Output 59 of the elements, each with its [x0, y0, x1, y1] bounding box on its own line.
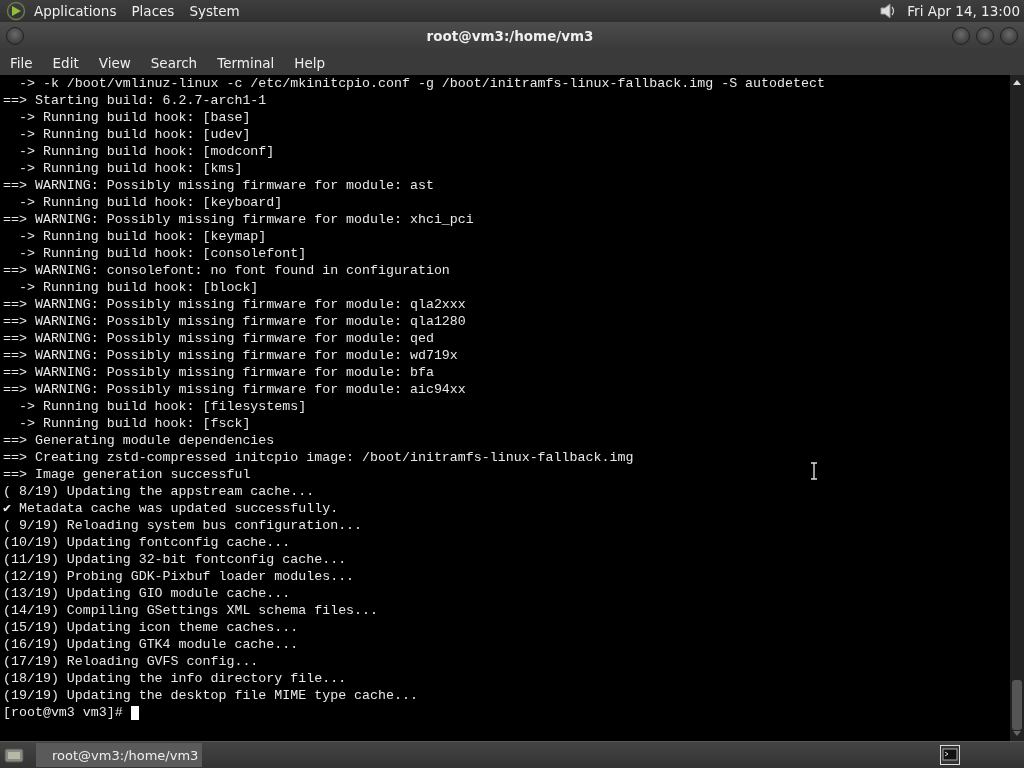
- menu-item[interactable]: View: [98, 54, 131, 71]
- terminal-line: (17/19) Reloading GVFS config...: [2, 653, 259, 670]
- terminal-line: (10/19) Updating fontconfig cache...: [2, 534, 291, 551]
- scrollbar-thumb[interactable]: [1012, 680, 1022, 730]
- mouse-pointer-icon: [810, 462, 818, 480]
- panel-menu[interactable]: Applications: [34, 3, 117, 19]
- menu-item[interactable]: Help: [294, 54, 326, 71]
- scroll-up-icon[interactable]: [1012, 78, 1022, 86]
- terminal-line: ==> WARNING: Possibly missing firmware for module: aic94xx: [2, 381, 466, 398]
- terminal-line: -> Running build hook: [filesystems]: [17, 398, 307, 415]
- terminal-line: -> -k /boot/vmlinuz-linux -c /etc/mkinitcpio.conf -g /boot/initramfs-linux-fallback.img -S autodetect: [17, 75, 825, 92]
- terminal-line: -> Running build hook: [modconf]: [17, 143, 275, 160]
- terminal-line: -> Running build hook: [udev]: [17, 126, 251, 143]
- show-desktop-icon[interactable]: [4, 746, 24, 764]
- clock[interactable]: Fri Apr 14, 13:00: [907, 3, 1020, 19]
- menu-item[interactable]: File: [10, 54, 33, 71]
- terminal-line: ==> Starting build: 6.2.7-arch1-1: [2, 92, 267, 109]
- panel-menu[interactable]: Places: [131, 3, 175, 19]
- window-title: root@vm3:/home/vm3: [425, 28, 595, 44]
- terminal-icon[interactable]: [940, 745, 960, 765]
- terminal-line: ==> Generating module dependencies: [2, 432, 275, 449]
- terminal-line: ==> WARNING: Possibly missing firmware for module: wd719x: [2, 347, 458, 364]
- terminal-line: (16/19) Updating GTK4 module cache...: [2, 636, 299, 653]
- terminal-line: -> Running build hook: [fsck]: [17, 415, 251, 432]
- terminal-line: ✔ Metadata cache was updated successfully.: [2, 500, 339, 517]
- panel-menu[interactable]: System: [189, 3, 240, 19]
- terminal-line: (15/19) Updating icon theme caches...: [2, 619, 299, 636]
- terminal-line: (18/19) Updating the info directory file...: [2, 670, 347, 687]
- terminal-line: -> Running build hook: [consolefont]: [17, 245, 307, 262]
- terminal-line: -> Running build hook: [keyboard]: [17, 194, 283, 211]
- menu-item[interactable]: Terminal: [217, 54, 275, 71]
- terminal-line: ( 8/19) Updating the appstream cache...: [2, 483, 315, 500]
- terminal-line: ==> WARNING: Possibly missing firmware for module: qla1280: [2, 313, 466, 330]
- terminal-area[interactable]: [0, 75, 1024, 741]
- terminal-line: ==> WARNING: Possibly missing firmware for module: qla2xxx: [2, 296, 466, 313]
- terminal-line: (11/19) Updating 32-bit fontconfig cache...: [2, 551, 347, 568]
- shell-prompt: [root@vm3 vm3]#: [2, 704, 123, 721]
- terminal-line: -> Running build hook: [keymap]: [17, 228, 267, 245]
- menu-item[interactable]: Edit: [52, 54, 79, 71]
- terminal-line: -> Running build hook: [block]: [17, 279, 259, 296]
- terminal-line: ==> WARNING: Possibly missing firmware for module: xhci_pci: [2, 211, 474, 228]
- scrollbar[interactable]: [1010, 75, 1024, 741]
- terminal-line: (13/19) Updating GIO module cache...: [2, 585, 291, 602]
- menu-item[interactable]: Search: [150, 54, 198, 71]
- terminal-line: (12/19) Probing GDK-Pixbuf loader modules...: [2, 568, 355, 585]
- terminal-line: ==> WARNING: Possibly missing firmware for module: bfa: [2, 364, 434, 381]
- terminal-line: (14/19) Compiling GSettings XML schema files...: [2, 602, 379, 619]
- terminal-line: ==> Image generation successful: [2, 466, 251, 483]
- terminal-line: ==> WARNING: Possibly missing firmware for module: ast: [2, 177, 434, 194]
- terminal-line: ==> WARNING: Possibly missing firmware for module: qed: [2, 330, 434, 347]
- terminal-line: ( 9/19) Reloading system bus configuration...: [2, 517, 363, 534]
- taskbar-button[interactable]: root@vm3:/home/vm3: [36, 743, 202, 767]
- terminal-line: -> Running build hook: [base]: [17, 109, 251, 126]
- terminal-line: -> Running build hook: [kms]: [17, 160, 243, 177]
- distro-logo-icon[interactable]: [6, 1, 26, 21]
- terminal-line: ==> Creating zstd-compressed initcpio image: /boot/initramfs-linux-fallback.img: [2, 449, 634, 466]
- terminal-line: ==> WARNING: consolefont: no font found in configuration: [2, 262, 450, 279]
- text-cursor-icon: [130, 705, 139, 720]
- terminal-line: (19/19) Updating the desktop file MIME type cache...: [2, 687, 418, 704]
